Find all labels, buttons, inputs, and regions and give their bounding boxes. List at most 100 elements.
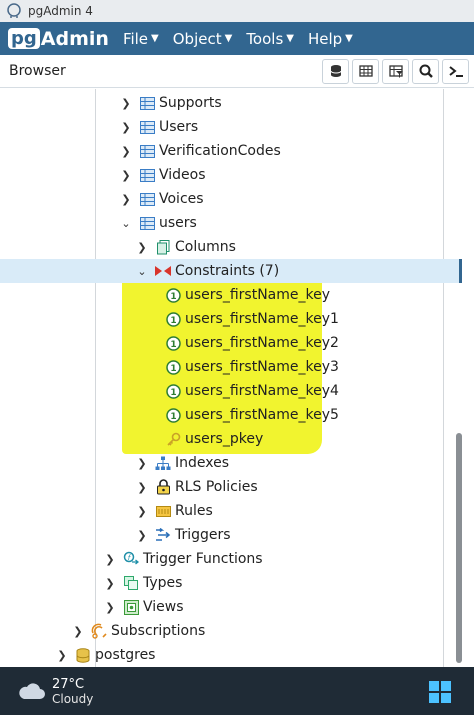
tree-node-types[interactable]: ❯ Types	[0, 571, 462, 595]
tree-node-label: Subscriptions	[111, 623, 206, 639]
chevron-down-icon: ▼	[224, 33, 233, 44]
tree-node-unique-constraint[interactable]: 1 users_firstName_key	[0, 283, 462, 307]
psql-tool-button[interactable]	[442, 58, 469, 84]
tree-node-table[interactable]: ❯ Voices	[0, 187, 462, 211]
tree-node-unique-constraint[interactable]: 1 users_firstName_key5	[0, 403, 462, 427]
chevron-right-icon[interactable]: ❯	[137, 505, 147, 518]
chevron-right-icon[interactable]: ❯	[121, 169, 131, 182]
key-icon	[165, 431, 181, 447]
chevron-right-icon[interactable]: ❯	[121, 145, 131, 158]
view-data-button[interactable]	[352, 58, 379, 84]
menu-file-label: File	[122, 29, 149, 48]
database-icon	[75, 647, 91, 663]
weather-temperature: 27°C	[52, 676, 85, 692]
tree-node-table[interactable]: ❯ Users	[0, 115, 462, 139]
table-icon	[139, 167, 155, 183]
tree-node-primary-key[interactable]: users_pkey	[0, 427, 462, 451]
tree-node-label: Indexes	[175, 455, 230, 471]
svg-text:1: 1	[170, 340, 176, 350]
triggers-icon	[155, 527, 171, 543]
tree-node-label: users_firstName_key3	[185, 359, 339, 375]
table-icon	[139, 191, 155, 207]
tree-node-label: Rules	[175, 503, 213, 519]
tree-node-label: Types	[143, 575, 183, 591]
chevron-right-icon[interactable]: ❯	[121, 97, 131, 110]
tree-node-label: postgres	[95, 647, 156, 663]
chevron-right-icon[interactable]: ❯	[137, 529, 147, 542]
menu-file[interactable]: File ▼	[123, 30, 159, 48]
tree-node-rules[interactable]: ❯ Rules	[0, 499, 462, 523]
filter-table-icon	[388, 65, 403, 78]
table-icon	[139, 95, 155, 111]
chevron-right-icon[interactable]: ❯	[121, 121, 131, 134]
chevron-down-icon[interactable]: ⌄	[137, 265, 147, 278]
tree-node-triggers[interactable]: ❯ Triggers	[0, 523, 462, 547]
chevron-right-icon[interactable]: ❯	[121, 193, 131, 206]
tree-node-label: users_firstName_key1	[185, 311, 339, 327]
chevron-right-icon[interactable]: ❯	[137, 457, 147, 470]
menu-help[interactable]: Help ▼	[308, 30, 353, 48]
tree-node-label: Users	[159, 119, 199, 135]
weather-condition: Cloudy	[52, 691, 94, 706]
unique-key-icon: 1	[165, 287, 181, 303]
unique-key-icon: 1	[165, 359, 181, 375]
tree-node-label: users_pkey	[185, 431, 264, 447]
chevron-right-icon[interactable]: ❯	[137, 241, 147, 254]
search-objects-button[interactable]	[412, 58, 439, 84]
chevron-right-icon[interactable]: ❯	[137, 481, 147, 494]
tree-node-rls-policies[interactable]: ❯ RLS Policies	[0, 475, 462, 499]
tree-node-table[interactable]: ❯ VerificationCodes	[0, 139, 462, 163]
chevron-right-icon[interactable]: ❯	[105, 601, 115, 614]
tree-node-database[interactable]: ❯ postgres	[0, 643, 462, 667]
menu-tools[interactable]: Tools ▼	[246, 30, 294, 48]
menu-help-label: Help	[307, 29, 343, 48]
tree-node-unique-constraint[interactable]: 1 users_firstName_key3	[0, 355, 462, 379]
browser-toolbar: Browser	[0, 55, 474, 88]
tree-node-columns[interactable]: ❯ Columns	[0, 235, 462, 259]
chevron-right-icon[interactable]: ❯	[73, 625, 83, 638]
filter-rows-button[interactable]	[382, 58, 409, 84]
tree-node-table-expanded[interactable]: ⌄ users	[0, 211, 462, 235]
subscriptions-icon	[91, 623, 107, 639]
rules-icon	[155, 503, 171, 519]
tree-node-views[interactable]: ❯ Views	[0, 595, 462, 619]
tree-node-unique-constraint[interactable]: 1 users_firstName_key1	[0, 307, 462, 331]
windows-start-icon[interactable]	[429, 681, 451, 703]
table-icon	[139, 143, 155, 159]
unique-key-icon: 1	[165, 383, 181, 399]
menu-bar: pg Admin File ▼ Object ▼ Tools ▼ Help ▼	[0, 22, 474, 55]
indexes-icon	[155, 455, 171, 471]
columns-icon	[155, 239, 171, 255]
menu-object[interactable]: Object ▼	[173, 30, 233, 48]
chevron-right-icon[interactable]: ❯	[57, 649, 67, 662]
tree-node-unique-constraint[interactable]: 1 users_firstName_key4	[0, 379, 462, 403]
chevron-right-icon[interactable]: ❯	[105, 577, 115, 590]
chevron-right-icon[interactable]: ❯	[105, 553, 115, 566]
cloud-icon	[19, 683, 45, 699]
trigger-function-icon: f	[123, 551, 139, 567]
tree-node-label: users_firstName_key2	[185, 335, 339, 351]
tree-node-label: Views	[143, 599, 184, 615]
table-icon	[139, 119, 155, 135]
tree-node-label: VerificationCodes	[159, 143, 281, 159]
window-title: pgAdmin 4	[28, 4, 93, 18]
svg-text:1: 1	[170, 316, 176, 326]
unique-key-icon: 1	[165, 335, 181, 351]
tree-node-indexes[interactable]: ❯ Indexes	[0, 451, 462, 475]
tree-scrollbar[interactable]	[456, 433, 462, 663]
tree-node-table[interactable]: ❯ Supports	[0, 91, 462, 115]
tree-node-label: Triggers	[175, 527, 231, 543]
tree-node-trigger-functions[interactable]: ❯ f Trigger Functions	[0, 547, 462, 571]
os-taskbar: 27°C Cloudy	[0, 667, 474, 715]
tree-node-unique-constraint[interactable]: 1 users_firstName_key2	[0, 331, 462, 355]
tree-node-table[interactable]: ❯ Videos	[0, 163, 462, 187]
views-icon	[123, 599, 139, 615]
tree-node-label: Supports	[159, 95, 222, 111]
query-tool-button[interactable]	[322, 58, 349, 84]
tree-node-subscriptions[interactable]: ❯ Subscriptions	[0, 619, 462, 643]
chevron-down-icon[interactable]: ⌄	[121, 217, 131, 230]
svg-text:1: 1	[170, 412, 176, 422]
weather-widget[interactable]: 27°C Cloudy	[16, 677, 93, 706]
search-icon	[419, 64, 433, 78]
tree-node-constraints-selected[interactable]: ⌄ Constraints (7)	[0, 259, 462, 283]
